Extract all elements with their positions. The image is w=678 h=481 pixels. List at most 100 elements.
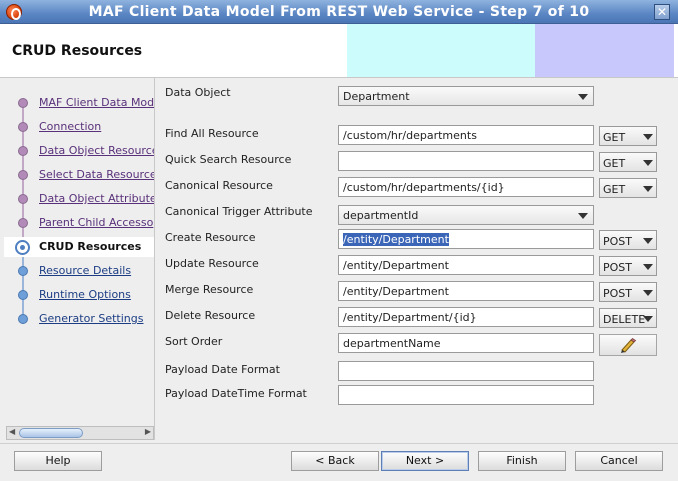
method-value: POST	[603, 235, 632, 248]
step-visited-icon	[18, 170, 28, 180]
update-method-select[interactable]: POST	[599, 256, 657, 276]
next-button[interactable]: Next >	[381, 451, 469, 471]
finish-button[interactable]: Finish	[478, 451, 566, 471]
step-visited-icon	[18, 194, 28, 204]
step-current-icon	[15, 240, 30, 255]
create-method-select[interactable]: POST	[599, 230, 657, 250]
nav-step-crud-resources[interactable]: CRUD Resources	[4, 237, 154, 257]
nav-step-label[interactable]: Resource Details	[39, 264, 131, 277]
nav-step-generator-settings[interactable]: Generator Settings	[4, 309, 154, 329]
delete-resource-input[interactable]: /entity/Department/{id}	[338, 307, 594, 327]
chevron-down-icon	[643, 134, 653, 140]
cancel-button[interactable]: Cancel	[575, 451, 663, 471]
header-decoration-lavender	[535, 24, 674, 77]
pencil-icon	[621, 337, 637, 353]
create-resource-input[interactable]: /entity/Department	[338, 229, 594, 249]
method-value: GET	[603, 157, 626, 170]
payload-datetime-format-input[interactable]	[338, 385, 594, 405]
header-decoration-cyan	[347, 24, 535, 77]
method-value: GET	[603, 131, 626, 144]
scrollbar-thumb[interactable]	[19, 428, 83, 438]
nav-step-label[interactable]: Connection	[39, 120, 101, 133]
data-object-label: Data Object	[165, 86, 231, 99]
nav-step-data-object-resource[interactable]: Data Object Resource	[4, 141, 154, 161]
nav-step-label[interactable]: MAF Client Data Mode	[39, 96, 154, 109]
canonical-trigger-attribute-select[interactable]: departmentId	[338, 205, 594, 225]
scroll-right-icon[interactable]: ▶	[145, 427, 151, 436]
wizard-steps-nav: MAF Client Data Mode Connection Data Obj…	[4, 78, 155, 440]
quick-search-resource-label: Quick Search Resource	[165, 153, 292, 166]
canonical-resource-input[interactable]: /custom/hr/departments/{id}	[338, 177, 594, 197]
update-resource-input[interactable]: /entity/Department	[338, 255, 594, 275]
edit-sort-order-button[interactable]	[599, 334, 657, 356]
find-all-resource-input[interactable]: /custom/hr/departments	[338, 125, 594, 145]
back-button[interactable]: < Back	[291, 451, 379, 471]
sort-order-label: Sort Order	[165, 335, 223, 348]
nav-step-runtime-options[interactable]: Runtime Options	[4, 285, 154, 305]
footer-separator	[0, 443, 678, 444]
nav-step-maf-client-data-model[interactable]: MAF Client Data Mode	[4, 93, 154, 113]
data-object-value: Department	[343, 90, 410, 103]
nav-horizontal-scrollbar[interactable]: ◀ ▶	[6, 426, 154, 440]
delete-resource-label: Delete Resource	[165, 309, 256, 322]
help-button[interactable]: Help	[14, 451, 102, 471]
nav-step-label[interactable]: Generator Settings	[39, 312, 143, 325]
step-visited-icon	[18, 122, 28, 132]
payload-datetime-format-label: Payload DateTime Format	[165, 387, 307, 400]
step-visited-icon	[18, 146, 28, 156]
step-visited-icon	[18, 98, 28, 108]
nav-step-select-data-resources[interactable]: Select Data Resources	[4, 165, 154, 185]
nav-step-parent-child-accessor[interactable]: Parent Child Accesso	[4, 213, 154, 233]
step-future-icon	[18, 314, 28, 324]
nav-step-label[interactable]: Select Data Resources	[39, 168, 154, 181]
page-title: CRUD Resources	[12, 43, 143, 59]
nav-step-data-object-attributes[interactable]: Data Object Attribute	[4, 189, 154, 209]
canonical-method-select[interactable]: GET	[599, 178, 657, 198]
canonical-trigger-value: departmentId	[343, 209, 419, 222]
window-title: MAF Client Data Model From REST Web Serv…	[88, 4, 590, 20]
scroll-left-icon[interactable]: ◀	[9, 427, 15, 436]
step-future-icon	[18, 266, 28, 276]
find-all-method-select[interactable]: GET	[599, 126, 657, 146]
nav-step-connection[interactable]: Connection	[4, 117, 154, 137]
find-all-resource-label: Find All Resource	[165, 127, 259, 140]
nav-step-label[interactable]: Runtime Options	[39, 288, 131, 301]
payload-date-format-input[interactable]	[338, 361, 594, 381]
chevron-down-icon	[578, 94, 588, 100]
chevron-down-icon	[643, 290, 653, 296]
nav-step-label: CRUD Resources	[39, 240, 142, 253]
selected-text: /entity/Department	[343, 233, 449, 246]
page-header: CRUD Resources	[0, 24, 678, 78]
quick-search-resource-input[interactable]	[338, 151, 594, 171]
chevron-down-icon	[643, 264, 653, 270]
payload-date-format-label: Payload Date Format	[165, 363, 280, 376]
close-window-button[interactable]: ✕	[654, 4, 670, 20]
canonical-trigger-attribute-label: Canonical Trigger Attribute	[165, 205, 313, 218]
step-future-icon	[18, 290, 28, 300]
nav-step-label[interactable]: Data Object Attribute	[39, 192, 154, 205]
sort-order-input[interactable]: departmentName	[338, 333, 594, 353]
chevron-down-icon	[643, 186, 653, 192]
data-object-select[interactable]: Department	[338, 86, 594, 106]
merge-method-select[interactable]: POST	[599, 282, 657, 302]
merge-resource-input[interactable]: /entity/Department	[338, 281, 594, 301]
create-resource-label: Create Resource	[165, 231, 256, 244]
quick-search-method-select[interactable]: GET	[599, 152, 657, 172]
nav-step-label[interactable]: Parent Child Accesso	[39, 216, 153, 229]
chevron-down-icon	[643, 316, 653, 322]
update-resource-label: Update Resource	[165, 257, 259, 270]
chevron-down-icon	[578, 213, 588, 219]
method-value: POST	[603, 287, 632, 300]
chevron-down-icon	[643, 160, 653, 166]
chevron-down-icon	[643, 238, 653, 244]
method-value: GET	[603, 183, 626, 196]
nav-step-resource-details[interactable]: Resource Details	[4, 261, 154, 281]
step-visited-icon	[18, 218, 28, 228]
title-bar: MAF Client Data Model From REST Web Serv…	[0, 0, 678, 24]
canonical-resource-label: Canonical Resource	[165, 179, 273, 192]
delete-method-select[interactable]: DELETE	[599, 308, 657, 328]
merge-resource-label: Merge Resource	[165, 283, 254, 296]
method-value: POST	[603, 261, 632, 274]
nav-step-label[interactable]: Data Object Resource	[39, 144, 154, 157]
method-value: DELETE	[603, 313, 646, 326]
